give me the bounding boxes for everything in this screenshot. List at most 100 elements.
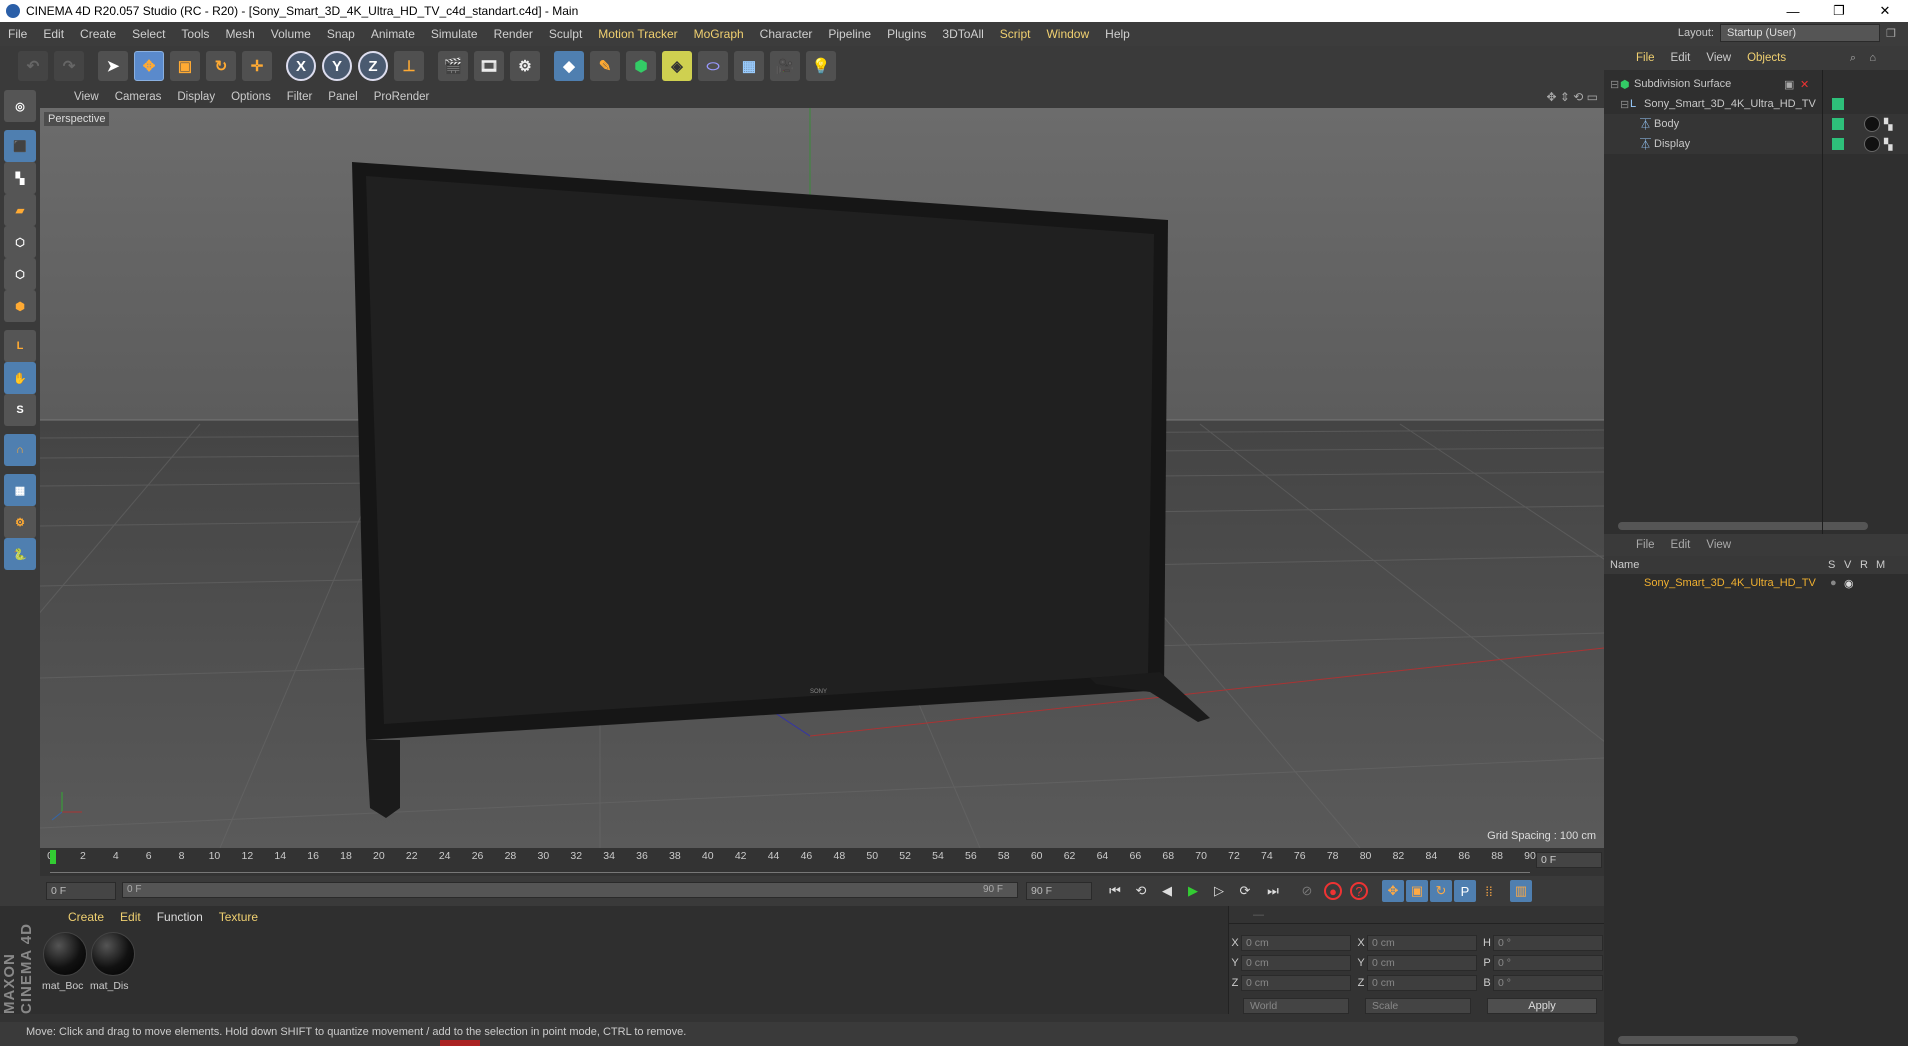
polygon-mode-icon[interactable]: ⬢	[4, 290, 36, 322]
light-icon[interactable]: 💡	[806, 51, 836, 81]
make-editable-icon[interactable]: ◎	[4, 90, 36, 122]
tweak-mode-icon[interactable]: ✋	[4, 362, 36, 394]
record-icon[interactable]: ●	[1324, 882, 1342, 900]
menu-mograph[interactable]: MoGraph	[686, 27, 752, 41]
previous-key-icon[interactable]: ⟲	[1130, 880, 1152, 902]
position-y-field[interactable]: 0 cm	[1241, 955, 1351, 971]
menu-pipeline[interactable]: Pipeline	[820, 27, 879, 41]
vp-menu-cameras[interactable]: Cameras	[107, 91, 170, 103]
rotation-b-field[interactable]: 0 °	[1493, 975, 1603, 991]
restore-button[interactable]: ❐	[1816, 0, 1862, 22]
rotation-h-field[interactable]: 0 °	[1493, 935, 1603, 951]
layer-tag-icon[interactable]	[1832, 98, 1844, 110]
render-view-icon[interactable]: 🎬	[438, 51, 468, 81]
end-frame-field[interactable]: 90 F	[1026, 882, 1092, 900]
menu-tools[interactable]: Tools	[173, 27, 217, 41]
close-button[interactable]: ✕	[1862, 0, 1908, 22]
subdivision-surface-icon[interactable]: ⬢	[626, 51, 656, 81]
texture-tag-icon[interactable]: ▚	[1884, 138, 1892, 151]
timeline-window-icon[interactable]: ▥	[1510, 880, 1532, 902]
camera-label[interactable]: Perspective	[44, 112, 110, 126]
key-scale-icon[interactable]: ▣	[1406, 880, 1428, 902]
model-mode-icon[interactable]: ⬛	[4, 130, 36, 162]
workplane-lock-icon[interactable]: ▦	[4, 474, 36, 506]
layout-restore-icon[interactable]: ❐	[1886, 27, 1908, 40]
vp-menu-filter[interactable]: Filter	[279, 91, 321, 103]
om-menu-view[interactable]: View	[1698, 52, 1739, 64]
viewport-nav-icons[interactable]: ✥ ⇕ ⟲ ▭	[1546, 90, 1598, 104]
current-frame-field[interactable]: 0 F	[1536, 852, 1602, 868]
menu-motion-tracker[interactable]: Motion Tracker	[590, 27, 685, 41]
menu-plugins[interactable]: Plugins	[879, 27, 934, 41]
menu-volume[interactable]: Volume	[263, 27, 319, 41]
start-frame-field[interactable]: 0 F	[46, 882, 116, 900]
mat-menu-function[interactable]: Function	[149, 910, 211, 924]
solo-mode-icon[interactable]: S	[4, 394, 36, 426]
menu-file[interactable]: File	[0, 27, 35, 41]
workplane-mode-icon[interactable]: ▰	[4, 194, 36, 226]
om-menu-objects[interactable]: Objects	[1739, 52, 1794, 64]
visible-eye-icon[interactable]: ◉	[1844, 577, 1854, 590]
size-z-field[interactable]: 0 cm	[1367, 975, 1477, 991]
undo-icon[interactable]: ↶	[18, 51, 48, 81]
move-tool-icon[interactable]: ✥	[134, 51, 164, 81]
menu-character[interactable]: Character	[752, 27, 821, 41]
lm-menu-edit[interactable]: Edit	[1663, 539, 1699, 551]
render-settings-icon[interactable]: ⚙	[510, 51, 540, 81]
menu-edit[interactable]: Edit	[35, 27, 72, 41]
key-pla-icon[interactable]: ⁞⁞	[1478, 880, 1500, 902]
layout-dropdown[interactable]: Startup (User)	[1720, 24, 1880, 42]
y-axis-lock-icon[interactable]: Y	[322, 51, 352, 81]
vp-menu-prorender[interactable]: ProRender	[366, 91, 438, 103]
key-rotation-icon[interactable]: ↻	[1430, 880, 1452, 902]
x-axis-lock-icon[interactable]: X	[286, 51, 316, 81]
position-x-field[interactable]: 0 cm	[1241, 935, 1351, 951]
menu-3dtoall[interactable]: 3DToAll	[934, 27, 991, 41]
menu-window[interactable]: Window	[1038, 27, 1097, 41]
play-icon[interactable]: ▶	[1182, 880, 1204, 902]
om-horizontal-scrollbar[interactable]	[1618, 522, 1868, 530]
menu-snap[interactable]: Snap	[319, 27, 363, 41]
col-render[interactable]: R	[1860, 559, 1868, 571]
object-row[interactable]: ⏄ Body ▚	[1604, 114, 1908, 134]
om-menu-file[interactable]: File	[1628, 52, 1663, 64]
coordinate-system-icon[interactable]: ⊥	[394, 51, 424, 81]
menu-simulate[interactable]: Simulate	[423, 27, 486, 41]
edge-mode-icon[interactable]: ⬡	[4, 258, 36, 290]
om-search-icon[interactable]: ⌕	[1850, 52, 1856, 65]
menu-select[interactable]: Select	[124, 27, 173, 41]
menu-script[interactable]: Script	[992, 27, 1039, 41]
record-keys-disabled-icon[interactable]: ⊘	[1296, 880, 1318, 902]
scale-tool-icon[interactable]: ▣	[170, 51, 200, 81]
size-y-field[interactable]: 0 cm	[1367, 955, 1477, 971]
menu-render[interactable]: Render	[486, 27, 541, 41]
vp-menu-display[interactable]: Display	[169, 91, 223, 103]
expand-icon[interactable]: ⊟	[1620, 98, 1630, 111]
array-generator-icon[interactable]: ◈	[662, 51, 692, 81]
layer-tag-icon[interactable]	[1832, 118, 1844, 130]
mat-menu-create[interactable]: Create	[60, 910, 112, 924]
apply-button[interactable]: Apply	[1487, 998, 1597, 1014]
layer-tag-icon[interactable]	[1832, 138, 1844, 150]
rotation-p-field[interactable]: 0 °	[1493, 955, 1603, 971]
layer-row[interactable]: Sony_Smart_3D_4K_Ultra_HD_TV ● ◉	[1604, 574, 1908, 592]
redo-icon[interactable]: ↷	[54, 51, 84, 81]
menu-mesh[interactable]: Mesh	[217, 27, 262, 41]
cube-primitive-icon[interactable]: ◆	[554, 51, 584, 81]
col-visible[interactable]: V	[1844, 559, 1851, 571]
menu-create[interactable]: Create	[72, 27, 124, 41]
go-to-start-icon[interactable]: ⏮	[1104, 880, 1126, 902]
timeline-ruler[interactable]: 0246810121416182022242628303234363840424…	[40, 848, 1604, 876]
planar-workplane-icon[interactable]: ⚙	[4, 506, 36, 538]
object-row[interactable]: ⊟ L Sony_Smart_3D_4K_Ultra_HD_TV	[1604, 94, 1908, 114]
z-axis-lock-icon[interactable]: Z	[358, 51, 388, 81]
material-swatch-display[interactable]: mat_Dis	[90, 932, 136, 1002]
position-z-field[interactable]: 0 cm	[1241, 975, 1351, 991]
axis-mode-icon[interactable]: L	[4, 330, 36, 362]
om-home-icon[interactable]: ⌂	[1869, 52, 1876, 64]
material-swatch-body[interactable]: mat_Boc	[42, 932, 88, 1002]
next-key-icon[interactable]: ⟳	[1234, 880, 1256, 902]
expand-icon[interactable]: ⊟	[1610, 78, 1620, 91]
menu-help[interactable]: Help	[1097, 27, 1138, 41]
lm-horizontal-scrollbar[interactable]	[1618, 1036, 1798, 1044]
